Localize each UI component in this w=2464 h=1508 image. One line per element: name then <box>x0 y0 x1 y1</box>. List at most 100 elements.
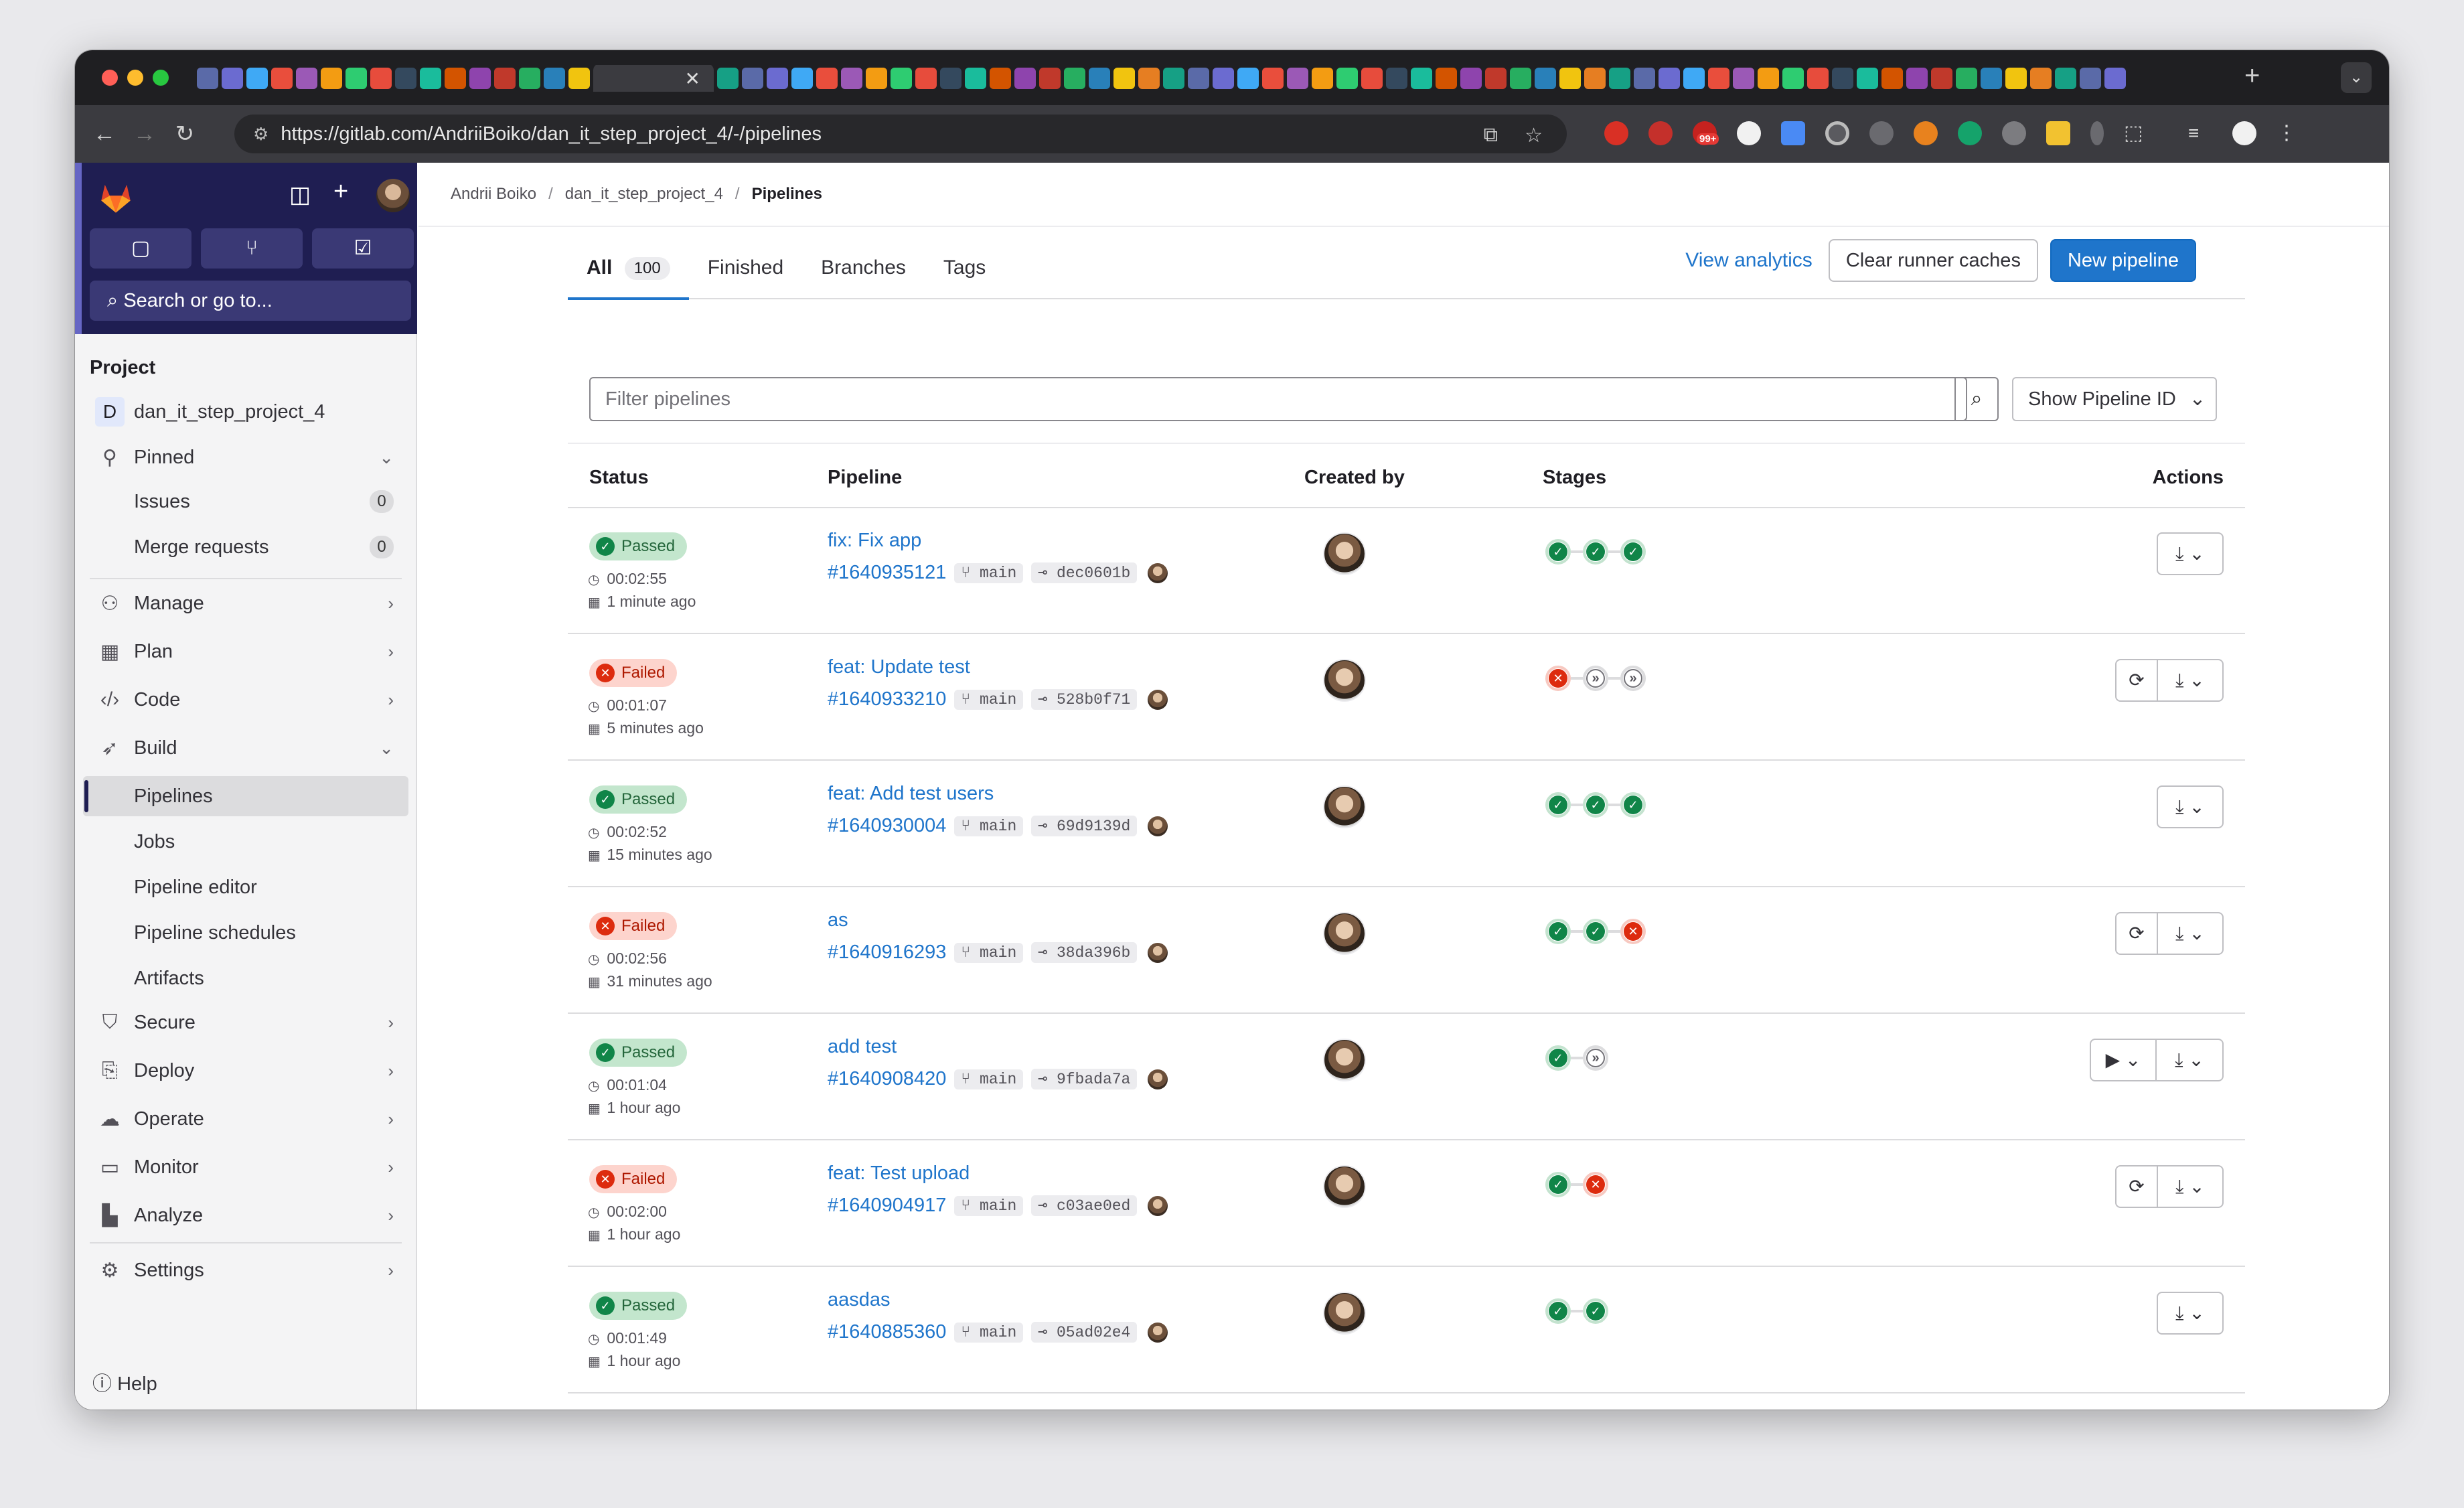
stage-passed-icon[interactable]: ✓ <box>1545 919 1571 944</box>
tab-favicon[interactable] <box>1584 68 1606 89</box>
todo-list-button[interactable]: ☑ <box>312 228 414 269</box>
stage-skipped-icon[interactable]: » <box>1583 666 1608 691</box>
pipeline-commit-title[interactable]: aasdas <box>828 1289 891 1311</box>
tab-favicon[interactable] <box>246 68 268 89</box>
tab-favicon[interactable] <box>1559 68 1581 89</box>
branch-ref[interactable]: ⑂ main <box>954 816 1024 836</box>
forward-button[interactable]: → <box>125 121 165 147</box>
url-text[interactable]: https://gitlab.com/AndriiBoiko/dan_it_st… <box>281 123 822 145</box>
retry-pipeline-button[interactable]: ⟳ <box>2115 659 2158 702</box>
tab-favicon[interactable] <box>1138 68 1160 89</box>
tab-favicon[interactable] <box>915 68 937 89</box>
commit-author-avatar[interactable] <box>1148 942 1168 963</box>
tab-favicon[interactable] <box>1039 68 1061 89</box>
tab-finished[interactable]: Finished <box>689 237 802 299</box>
status-badge[interactable]: ✕ Failed <box>589 1165 678 1193</box>
download-artifacts-button[interactable]: ⤓ ⌄ <box>2157 1292 2224 1335</box>
close-tab-icon[interactable]: ✕ <box>685 68 700 90</box>
tab-favicon[interactable] <box>990 68 1011 89</box>
react-devtools-icon[interactable] <box>2002 121 2026 145</box>
tab-favicon[interactable] <box>816 68 838 89</box>
stage-passed-icon[interactable]: ✓ <box>1545 539 1571 564</box>
creator-avatar[interactable] <box>1323 659 1366 702</box>
tab-favicon[interactable] <box>1237 68 1259 89</box>
stage-failed-icon[interactable]: ✕ <box>1620 919 1646 944</box>
tab-favicon[interactable] <box>1312 68 1333 89</box>
help-button[interactable]: ⓘ Help <box>92 1368 157 1396</box>
commit-sha[interactable]: ⊸ 9fbada7a <box>1031 1069 1138 1089</box>
status-badge[interactable]: ✓ Passed <box>589 785 688 814</box>
tab-favicon[interactable] <box>891 68 912 89</box>
pipeline-commit-title[interactable]: as <box>828 909 848 931</box>
stage-passed-icon[interactable]: ✓ <box>1620 792 1646 818</box>
sidebar-item-operate[interactable]: ☁ Operate › <box>83 1099 408 1139</box>
stage-passed-icon[interactable]: ✓ <box>1545 792 1571 818</box>
status-badge[interactable]: ✓ Passed <box>589 1039 688 1067</box>
download-artifacts-button[interactable]: ⤓ ⌄ <box>2157 785 2224 828</box>
extension-icon[interactable] <box>2046 121 2070 145</box>
breadcrumb-project-link[interactable]: dan_it_step_project_4 <box>565 185 723 204</box>
tab-favicon[interactable] <box>1708 68 1729 89</box>
view-analytics-link[interactable]: View analytics <box>1685 249 1813 272</box>
tab-favicon[interactable] <box>1411 68 1432 89</box>
tab-favicon[interactable] <box>742 68 763 89</box>
sidebar-item-artifacts[interactable]: Artifacts <box>83 958 408 998</box>
assigned-issues-button[interactable]: ▢ <box>90 228 191 269</box>
site-settings-icon[interactable]: ⚙ <box>253 124 268 145</box>
pipeline-id-link[interactable]: #1640908420 <box>828 1068 946 1090</box>
install-app-icon[interactable]: ⧉ <box>1484 124 1498 147</box>
tab-all[interactable]: All 100 <box>568 237 689 300</box>
retry-pipeline-button[interactable]: ⟳ <box>2115 912 2158 955</box>
tab-favicon[interactable] <box>1213 68 1234 89</box>
commit-author-avatar[interactable] <box>1148 1195 1168 1216</box>
sidebar-project-link[interactable]: D dan_it_step_project_4 <box>83 392 408 432</box>
status-badge[interactable]: ✓ Passed <box>589 1292 688 1320</box>
sidebar-pinned-toggle[interactable]: ⚲ Pinned ⌄ <box>83 437 408 477</box>
reading-list-icon[interactable]: ≡ <box>2188 121 2212 145</box>
tab-favicon[interactable] <box>1906 68 1928 89</box>
extension-icon[interactable] <box>2090 121 2104 145</box>
zoom-window-button[interactable] <box>153 70 169 86</box>
sidebar-item-build[interactable]: ➶ Build ⌄ <box>83 728 408 768</box>
breadcrumb-current[interactable]: Pipelines <box>752 185 822 204</box>
filter-pipelines-input[interactable]: Filter pipelines <box>589 377 1967 421</box>
tab-favicon[interactable] <box>2080 68 2101 89</box>
tab-favicon[interactable] <box>1262 68 1284 89</box>
search-button[interactable]: ⌕ Search or go to... <box>90 281 411 321</box>
tab-favicon[interactable] <box>1758 68 1779 89</box>
commit-sha[interactable]: ⊸ 69d9139d <box>1031 816 1138 836</box>
extension-icon[interactable] <box>1648 121 1673 145</box>
sidebar-item-deploy[interactable]: ⎘ Deploy › <box>83 1051 408 1091</box>
show-pipeline-id-dropdown[interactable]: Show Pipeline ID ⌄ <box>2012 377 2217 421</box>
tab-branches[interactable]: Branches <box>802 237 925 299</box>
tab-favicon[interactable] <box>1683 68 1705 89</box>
tab-favicon[interactable] <box>1113 68 1135 89</box>
creator-avatar[interactable] <box>1323 1292 1366 1335</box>
tab-favicon[interactable] <box>1609 68 1630 89</box>
pipeline-id-link[interactable]: #1640930004 <box>828 815 946 837</box>
sidebar-item-pipeline-editor[interactable]: Pipeline editor <box>83 867 408 907</box>
extensions-puzzle-icon[interactable]: ⬚ <box>2124 121 2148 145</box>
sidebar-item-plan[interactable]: ▦ Plan › <box>83 631 408 672</box>
tab-favicon[interactable] <box>420 68 441 89</box>
tab-favicon[interactable] <box>370 68 392 89</box>
tab-favicon[interactable] <box>1386 68 1407 89</box>
stage-passed-icon[interactable]: ✓ <box>1545 1298 1571 1324</box>
sidebar-item-manage[interactable]: ⚇ Manage › <box>83 583 408 623</box>
tab-favicon[interactable] <box>1188 68 1209 89</box>
tab-favicon[interactable] <box>1807 68 1829 89</box>
active-tab[interactable]: ✕ <box>593 65 714 92</box>
tab-favicon[interactable] <box>767 68 788 89</box>
tab-favicon[interactable] <box>717 68 739 89</box>
stage-passed-icon[interactable]: ✓ <box>1583 792 1608 818</box>
tab-favicon[interactable] <box>1832 68 1853 89</box>
pipeline-commit-title[interactable]: add test <box>828 1036 897 1058</box>
user-avatar[interactable] <box>376 179 410 212</box>
sidebar-item-secure[interactable]: ⛉ Secure › <box>83 1002 408 1043</box>
tab-favicon[interactable] <box>519 68 540 89</box>
tab-favicon[interactable] <box>2005 68 2027 89</box>
sidebar-item-monitor[interactable]: ▭ Monitor › <box>83 1147 408 1187</box>
sidebar-item-jobs[interactable]: Jobs <box>83 822 408 862</box>
stage-failed-icon[interactable]: ✕ <box>1545 666 1571 691</box>
sidebar-item-settings[interactable]: ⚙ Settings › <box>83 1250 408 1290</box>
